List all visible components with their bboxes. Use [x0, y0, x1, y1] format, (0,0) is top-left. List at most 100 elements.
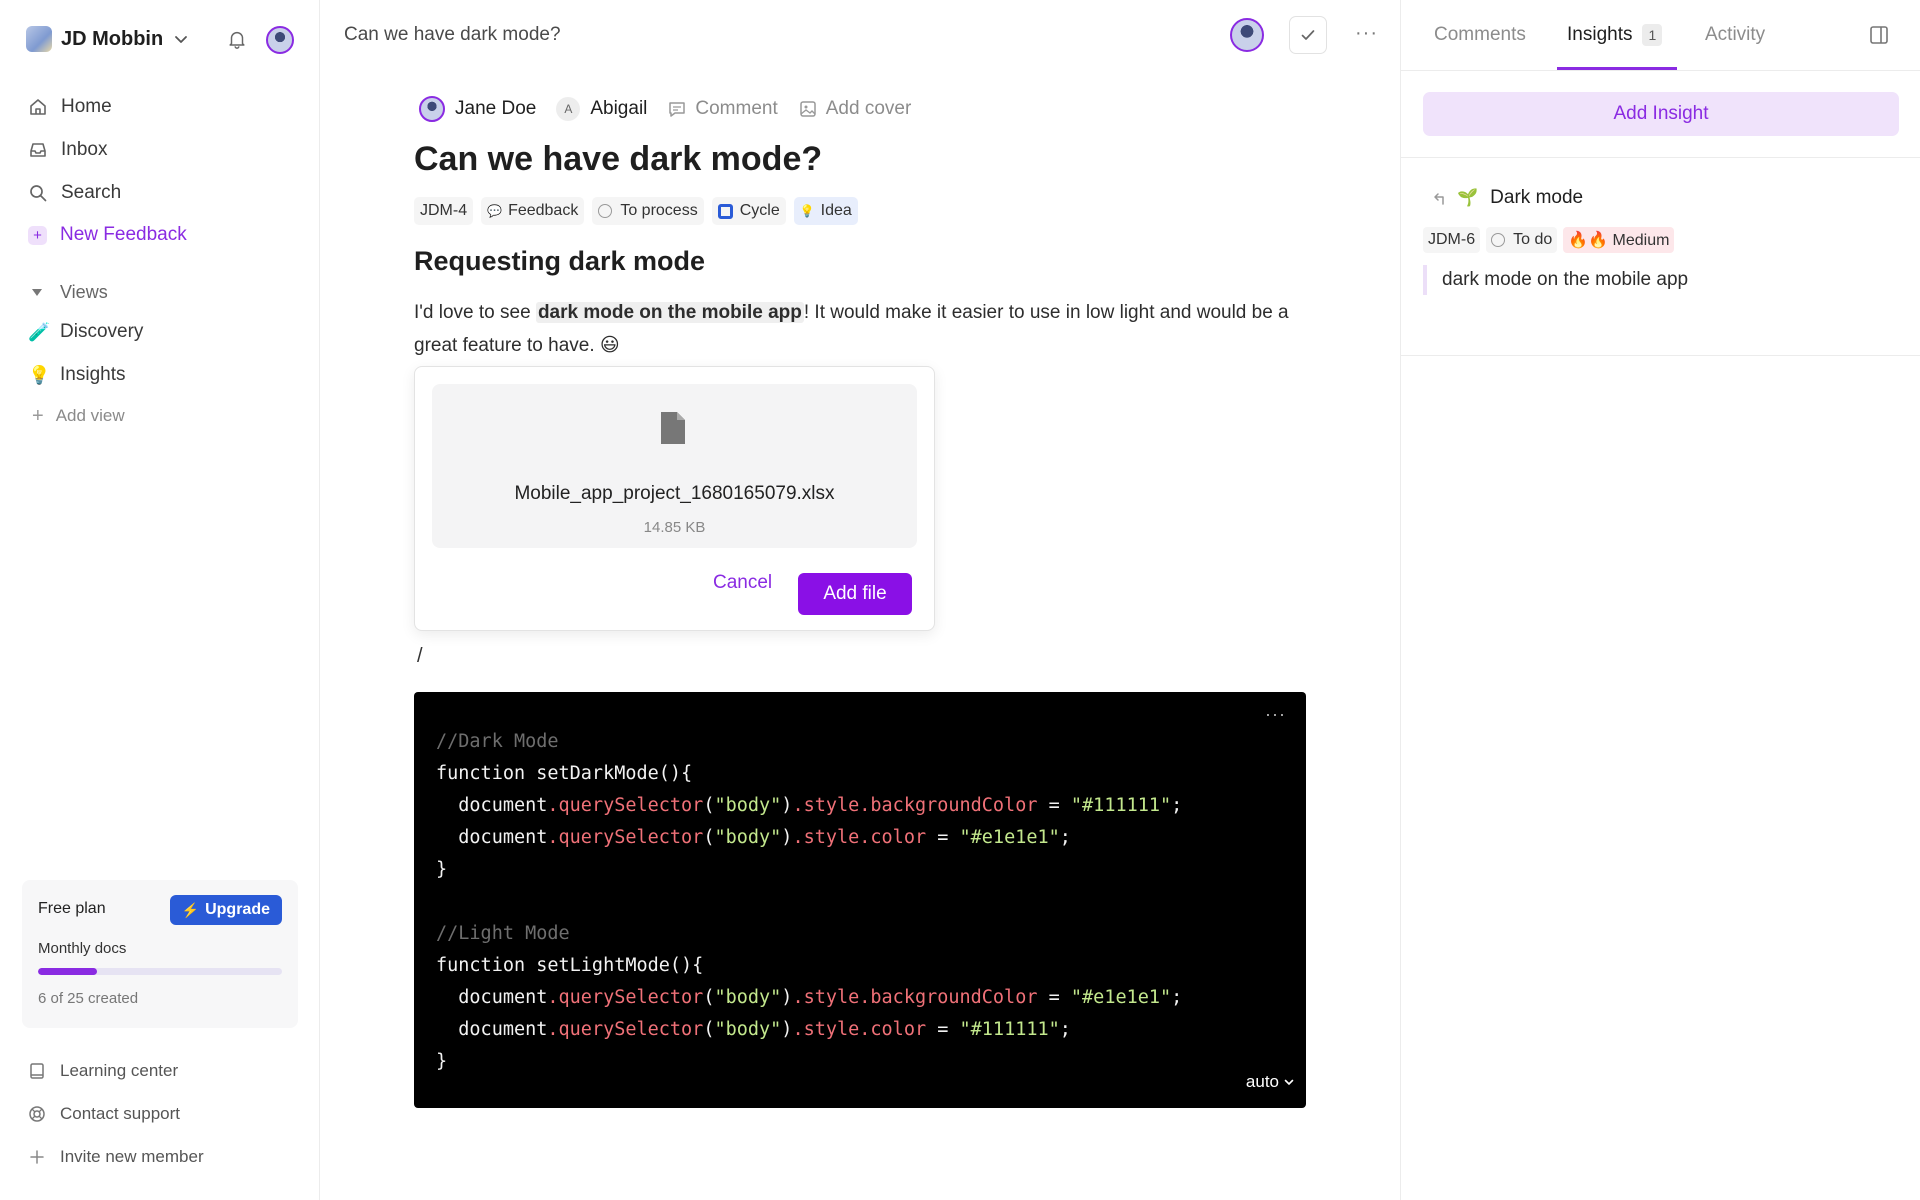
assignee-avatar: A: [556, 97, 581, 121]
code-comment: //Dark Mode: [436, 731, 559, 752]
sprout-icon: 🌱: [1457, 188, 1479, 207]
docs-progress-bar: [38, 968, 282, 975]
plus-icon: +: [32, 404, 44, 427]
slash-command[interactable]: /: [417, 645, 423, 668]
upgrade-button[interactable]: ⚡ Upgrade: [169, 895, 282, 925]
test-tube-icon: 🧪: [28, 321, 51, 342]
code-content[interactable]: //Dark Mode function setDarkMode(){ docu…: [436, 726, 1182, 1078]
code-string: "body": [714, 795, 782, 816]
insight-item[interactable]: 🌱 Dark mode: [1431, 185, 1583, 211]
upgrade-label: Upgrade: [205, 901, 270, 918]
add-file-button[interactable]: Add file: [798, 573, 912, 615]
insight-status-tag[interactable]: To do: [1486, 227, 1558, 253]
plan-title: Free plan: [38, 900, 106, 917]
type-tag[interactable]: 💬 Feedback: [481, 197, 585, 225]
plan-card: Free plan ⚡ Upgrade Monthly docs 6 of 25…: [22, 880, 298, 1028]
check-icon: [1301, 30, 1315, 40]
sidebar-item-discovery[interactable]: 🧪 Discovery: [28, 317, 143, 347]
code-token: }: [436, 1051, 448, 1072]
bell-icon[interactable]: [226, 28, 248, 50]
comment-button[interactable]: Comment: [667, 98, 778, 120]
code-fn: function setDarkMode(){: [436, 763, 693, 784]
code-string: "body": [714, 1019, 782, 1040]
sidebar-item-home[interactable]: Home: [28, 92, 112, 122]
code-string: "#111111": [959, 1019, 1060, 1040]
sidebar-item-inbox[interactable]: Inbox: [28, 135, 107, 165]
code-token: document: [458, 987, 548, 1008]
sidebar-item-label: Insights: [60, 364, 126, 385]
plus-icon: +: [28, 225, 47, 245]
add-cover-button[interactable]: Add cover: [798, 98, 912, 120]
insight-title: Dark mode: [1490, 187, 1584, 208]
tab-activity[interactable]: Activity: [1705, 24, 1765, 46]
monthly-docs-label: Monthly docs: [38, 940, 127, 957]
new-feedback-button[interactable]: + New Feedback: [28, 220, 187, 250]
comment-label: Comment: [695, 98, 778, 119]
code-token: }: [436, 859, 448, 880]
file-name: Mobile_app_project_1680165079.xlsx: [514, 483, 835, 504]
code-method: .querySelector: [547, 827, 704, 848]
add-view-label: Add view: [55, 406, 125, 425]
learning-center-link[interactable]: Learning center: [28, 1058, 178, 1084]
insight-quote[interactable]: dark mode on the mobile app: [1423, 265, 1688, 295]
language-label: auto: [1245, 1072, 1279, 1091]
sidebar: JD Mobbin Home Inbox Search + New Feedba…: [0, 0, 320, 1200]
sidebar-item-search[interactable]: Search: [28, 178, 121, 208]
insight-id-tag[interactable]: JDM-6: [1423, 227, 1481, 253]
code-method: .querySelector: [547, 1019, 704, 1040]
workspace-switcher[interactable]: JD Mobbin: [26, 24, 189, 54]
invite-member-link[interactable]: Invite new member: [28, 1144, 204, 1170]
divider: [1401, 355, 1920, 356]
code-string: "#111111": [1070, 795, 1172, 816]
chevron-down-icon: [175, 36, 188, 43]
caret-down-icon: [32, 288, 42, 296]
contact-support-link[interactable]: Contact support: [28, 1101, 180, 1127]
code-string: "#e1e1e1": [959, 827, 1060, 848]
doc-paragraph[interactable]: I'd love to see dark mode on the mobile …: [414, 296, 1304, 362]
author-chip[interactable]: Jane Doe: [419, 96, 536, 122]
document-title[interactable]: Can we have dark mode?: [414, 140, 822, 179]
topbar-title: Can we have dark mode?: [344, 24, 561, 45]
section-heading: Requesting dark mode: [414, 246, 706, 276]
code-method: .querySelector: [547, 795, 704, 816]
collaborator-avatar[interactable]: [1230, 18, 1264, 52]
assignee-chip[interactable]: A Abigail: [556, 97, 647, 121]
user-avatar[interactable]: [266, 26, 294, 54]
cycle-tag[interactable]: Cycle: [711, 197, 786, 225]
author-avatar: [419, 96, 445, 122]
lightning-icon: ⚡: [181, 901, 200, 918]
sidebar-item-insights[interactable]: 💡 Insights: [28, 360, 125, 390]
add-view-button[interactable]: + Add view: [32, 404, 125, 428]
code-token: document: [458, 1019, 548, 1040]
book-icon: [30, 1063, 44, 1079]
more-options-button[interactable]: ···: [1355, 22, 1378, 45]
status-circle-icon: [598, 204, 613, 218]
sidebar-item-label: Home: [61, 96, 112, 117]
corner-up-icon: [1434, 193, 1444, 205]
mark-done-button[interactable]: [1289, 16, 1327, 54]
author-name: Jane Doe: [455, 98, 537, 119]
inbox-icon: [30, 143, 46, 157]
cycle-icon: [717, 203, 733, 219]
add-insight-button[interactable]: Add Insight: [1423, 92, 1899, 136]
idea-tag[interactable]: 💡 Idea: [793, 197, 858, 225]
cancel-button[interactable]: Cancel: [713, 572, 772, 594]
doc-id-tag[interactable]: JDM-4: [414, 197, 474, 225]
code-options-button[interactable]: ···: [1265, 704, 1286, 725]
code-method: .querySelector: [547, 987, 704, 1008]
code-block[interactable]: ··· //Dark Mode function setDarkMode(){ …: [414, 692, 1306, 1108]
highlighted-text[interactable]: dark mode on the mobile app: [535, 302, 804, 323]
tab-comments[interactable]: Comments: [1434, 24, 1526, 46]
language-select[interactable]: auto: [1246, 1072, 1294, 1092]
code-prop: .style.color: [792, 1019, 927, 1040]
workspace-logo: [26, 26, 52, 52]
code-prop: .style.backgroundColor: [792, 795, 1038, 816]
status-tag[interactable]: To process: [592, 197, 704, 225]
insight-priority-tag[interactable]: 🔥🔥 Medium: [1563, 227, 1675, 253]
sidebar-item-label: Discovery: [60, 321, 144, 342]
add-cover-label: Add cover: [825, 98, 912, 119]
sidebar-toggle-icon[interactable]: [1868, 24, 1890, 46]
right-panel: Comments Insights 1 Activity Add Insight …: [1400, 0, 1920, 1200]
views-section-toggle[interactable]: Views: [32, 280, 108, 304]
tab-insights[interactable]: Insights 1: [1567, 24, 1663, 46]
